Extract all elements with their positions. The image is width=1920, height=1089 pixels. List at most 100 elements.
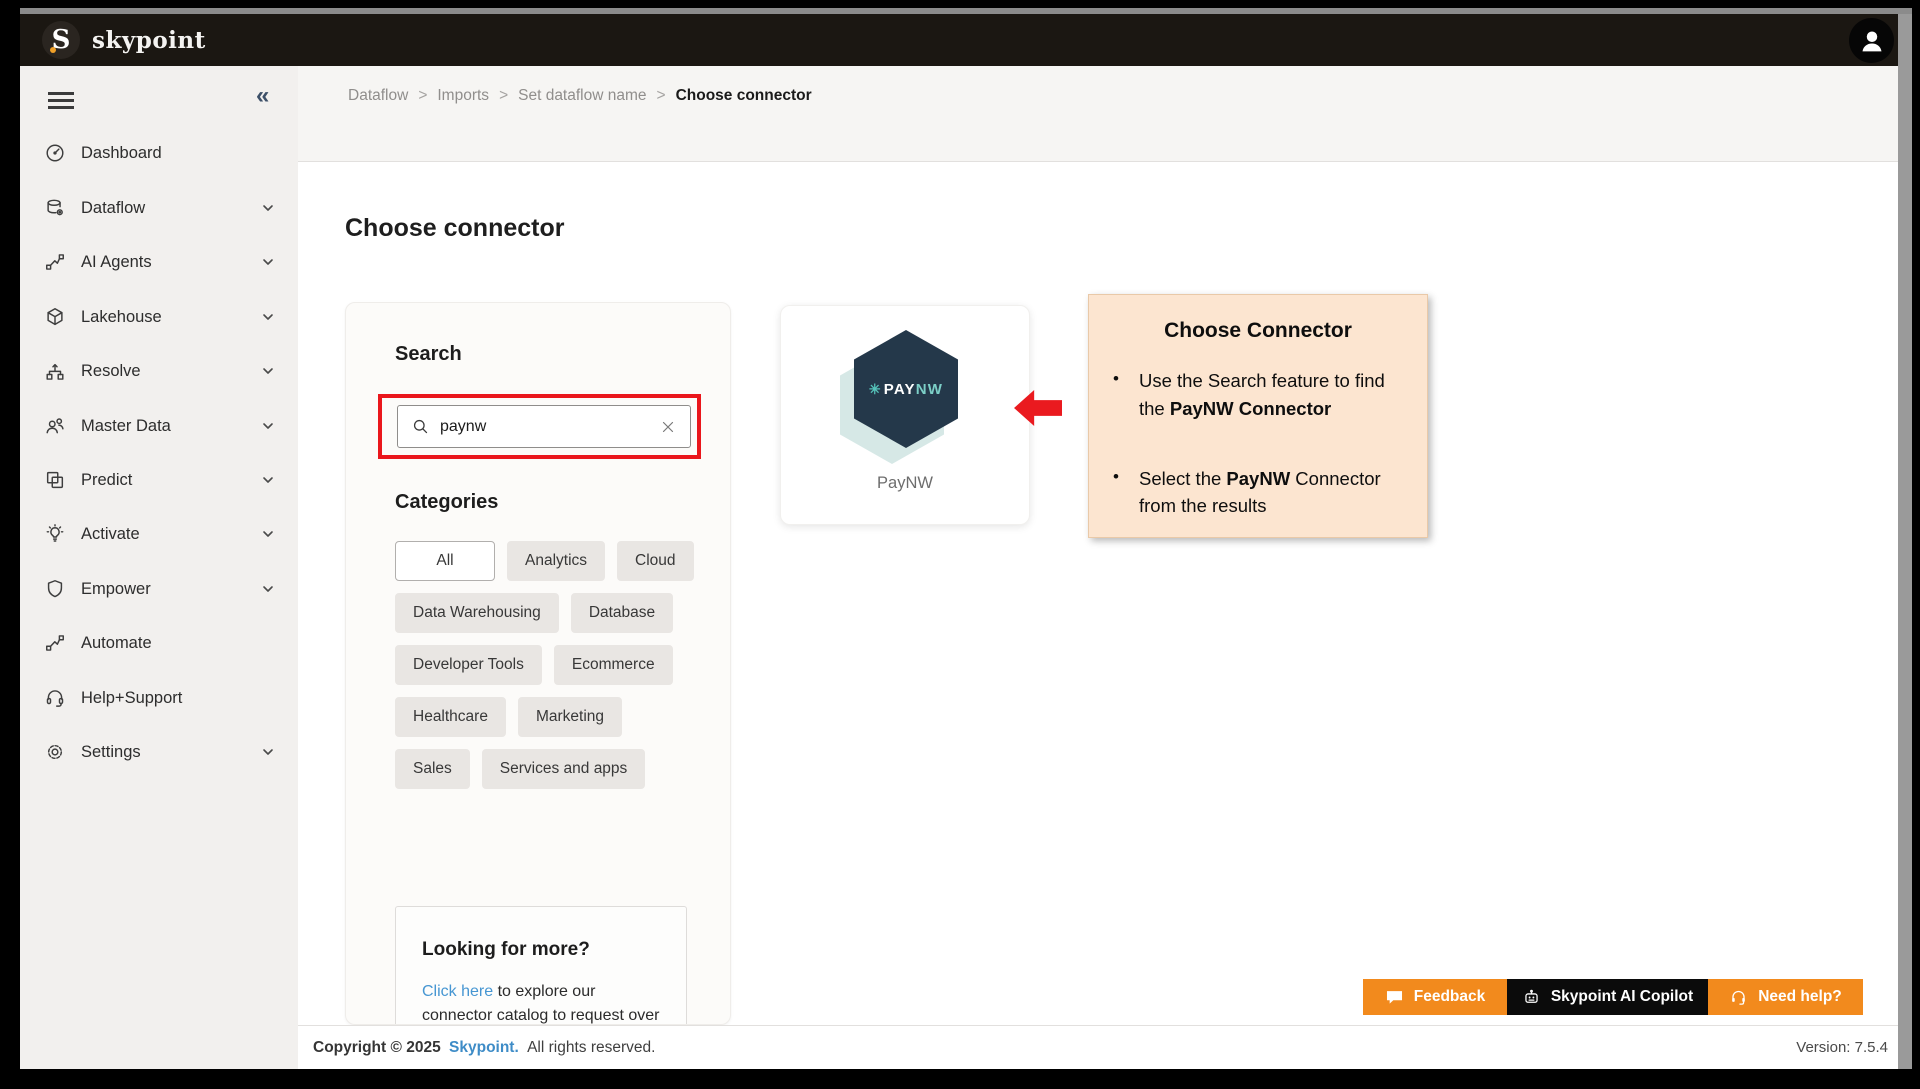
headset-icon xyxy=(1729,988,1748,1007)
sidebar-item-help-support[interactable]: Help+Support xyxy=(44,676,276,720)
sidebar-item-dashboard[interactable]: Dashboard xyxy=(44,131,276,175)
main-content: Choose connector Search Categories All A… xyxy=(298,162,1898,1025)
sidebar-item-predict[interactable]: Predict xyxy=(44,458,276,502)
brand-logo[interactable]: S skypoint xyxy=(42,21,206,59)
click-here-link[interactable]: Click here xyxy=(422,983,493,1000)
category-developer-tools-button[interactable]: Developer Tools xyxy=(395,645,542,685)
page-header-band: Dataflow > Imports > Set dataflow name >… xyxy=(298,66,1898,162)
hamburger-menu-icon[interactable] xyxy=(48,92,74,109)
category-ecommerce-button[interactable]: Ecommerce xyxy=(554,645,673,685)
breadcrumb-separator: > xyxy=(657,87,666,105)
action-bar: Feedback Skypoint AI Copilot Need help? xyxy=(1363,979,1863,1015)
callout-bullet-1: • Use the Search feature to find the Pay… xyxy=(1113,367,1427,423)
paynw-logo-nw: NW xyxy=(916,381,943,398)
settings-gear-icon xyxy=(44,741,66,763)
category-healthcare-button[interactable]: Healthcare xyxy=(395,697,506,737)
search-input[interactable] xyxy=(440,418,630,436)
skypoint-ai-copilot-button[interactable]: Skypoint AI Copilot xyxy=(1507,979,1708,1015)
sidebar-item-empower[interactable]: Empower xyxy=(44,567,276,611)
chevron-down-icon xyxy=(260,418,276,434)
sidebar-item-resolve[interactable]: Resolve xyxy=(44,349,276,393)
copyright-text: Copyright © 2025 Skypoint. All rights re… xyxy=(313,1039,655,1057)
chevron-down-icon xyxy=(260,309,276,325)
activate-bulb-icon xyxy=(44,523,66,545)
master-data-people-icon xyxy=(44,415,66,437)
brand-name: skypoint xyxy=(92,27,206,54)
categories-list: All Analytics Cloud Data Warehousing Dat… xyxy=(395,541,697,789)
more-text-rest: to explore our xyxy=(493,983,595,1000)
sidebar: « Dashboard Dataflow AI Agents Lakehouse… xyxy=(20,66,298,1069)
sidebar-item-automate[interactable]: Automate xyxy=(44,621,276,665)
user-avatar-icon xyxy=(1855,24,1889,58)
search-field xyxy=(397,405,691,448)
sidebar-collapse-icon[interactable]: « xyxy=(256,82,269,110)
callout-bullet-2: • Select the PayNW Connector from the re… xyxy=(1113,465,1427,521)
breadcrumb: Dataflow > Imports > Set dataflow name >… xyxy=(348,66,812,126)
sidebar-item-master-data[interactable]: Master Data xyxy=(44,404,276,448)
breadcrumb-imports[interactable]: Imports xyxy=(437,87,489,105)
rights-text: All rights reserved. xyxy=(527,1039,655,1056)
footer: Copyright © 2025 Skypoint. All rights re… xyxy=(298,1025,1898,1069)
breadcrumb-current: Choose connector xyxy=(676,87,812,105)
sidebar-item-label: Master Data xyxy=(81,417,171,436)
breadcrumb-set-dataflow-name[interactable]: Set dataflow name xyxy=(518,87,646,105)
dashboard-gauge-icon xyxy=(44,142,66,164)
skypoint-footer-link[interactable]: Skypoint. xyxy=(449,1039,519,1056)
sidebar-item-dataflow[interactable]: Dataflow xyxy=(44,186,276,230)
sidebar-item-activate[interactable]: Activate xyxy=(44,512,276,556)
bullet-dot: • xyxy=(1113,367,1139,423)
sidebar-item-label: Predict xyxy=(81,471,132,490)
sidebar-item-label: AI Agents xyxy=(81,253,152,272)
resolve-merge-icon xyxy=(44,360,66,382)
automate-nodes-icon xyxy=(44,632,66,654)
category-cloud-button[interactable]: Cloud xyxy=(617,541,694,581)
chevron-down-icon xyxy=(260,363,276,379)
category-all-button[interactable]: All xyxy=(395,541,495,581)
sidebar-item-ai-agents[interactable]: AI Agents xyxy=(44,240,276,284)
need-help-button[interactable]: Need help? xyxy=(1708,979,1863,1015)
sidebar-item-label: Settings xyxy=(81,743,141,762)
paynw-connector-card[interactable]: ✳PAYNW PayNW xyxy=(780,305,1030,525)
sidebar-item-label: Dashboard xyxy=(81,144,162,163)
breadcrumb-separator: > xyxy=(499,87,508,105)
sidebar-item-label: Dataflow xyxy=(81,199,145,218)
logo-orange-dot xyxy=(50,47,56,53)
breadcrumb-dataflow[interactable]: Dataflow xyxy=(348,87,408,105)
more-text-clipped: connector catalog to request over 82 xyxy=(422,1007,660,1025)
category-analytics-button[interactable]: Analytics xyxy=(507,541,605,581)
category-services-and-apps-button[interactable]: Services and apps xyxy=(482,749,646,789)
version-label: Version: 7.5.4 xyxy=(1796,1039,1888,1056)
page-title: Choose connector xyxy=(345,214,564,243)
skypoint-logo-icon: S xyxy=(42,21,80,59)
category-database-button[interactable]: Database xyxy=(571,593,673,633)
bullet-1-bold: PayNW Connector xyxy=(1170,398,1331,419)
sidebar-item-settings[interactable]: Settings xyxy=(44,730,276,774)
sidebar-item-lakehouse[interactable]: Lakehouse xyxy=(44,295,276,339)
looking-for-more-box: Looking for more? Click here to explore … xyxy=(395,906,687,1025)
chevron-down-icon xyxy=(260,581,276,597)
search-icon xyxy=(411,417,430,436)
category-data-warehousing-button[interactable]: Data Warehousing xyxy=(395,593,559,633)
clear-search-icon[interactable] xyxy=(659,418,677,436)
ai-agents-nodes-icon xyxy=(44,251,66,273)
category-sales-button[interactable]: Sales xyxy=(395,749,470,789)
vertical-scrollbar[interactable] xyxy=(1898,14,1912,1069)
need-help-label: Need help? xyxy=(1758,988,1842,1006)
feedback-label: Feedback xyxy=(1414,988,1486,1006)
sidebar-item-label: Resolve xyxy=(81,362,141,381)
paynw-logo-pay: PAY xyxy=(884,381,916,398)
category-marketing-button[interactable]: Marketing xyxy=(518,697,622,737)
dataflow-database-icon xyxy=(44,197,66,219)
categories-section-label: Categories xyxy=(395,491,498,514)
predict-layers-icon xyxy=(44,469,66,491)
sidebar-item-label: Help+Support xyxy=(81,689,182,708)
paynw-connector-name: PayNW xyxy=(781,474,1029,493)
feedback-button[interactable]: Feedback xyxy=(1363,979,1507,1015)
chevron-down-icon xyxy=(260,526,276,542)
user-avatar[interactable] xyxy=(1849,18,1894,63)
copyright-prefix: Copyright © 2025 xyxy=(313,1039,441,1056)
help-headset-icon xyxy=(44,687,66,709)
chevron-down-icon xyxy=(260,744,276,760)
empower-shield-icon xyxy=(44,578,66,600)
sidebar-item-label: Empower xyxy=(81,580,151,599)
